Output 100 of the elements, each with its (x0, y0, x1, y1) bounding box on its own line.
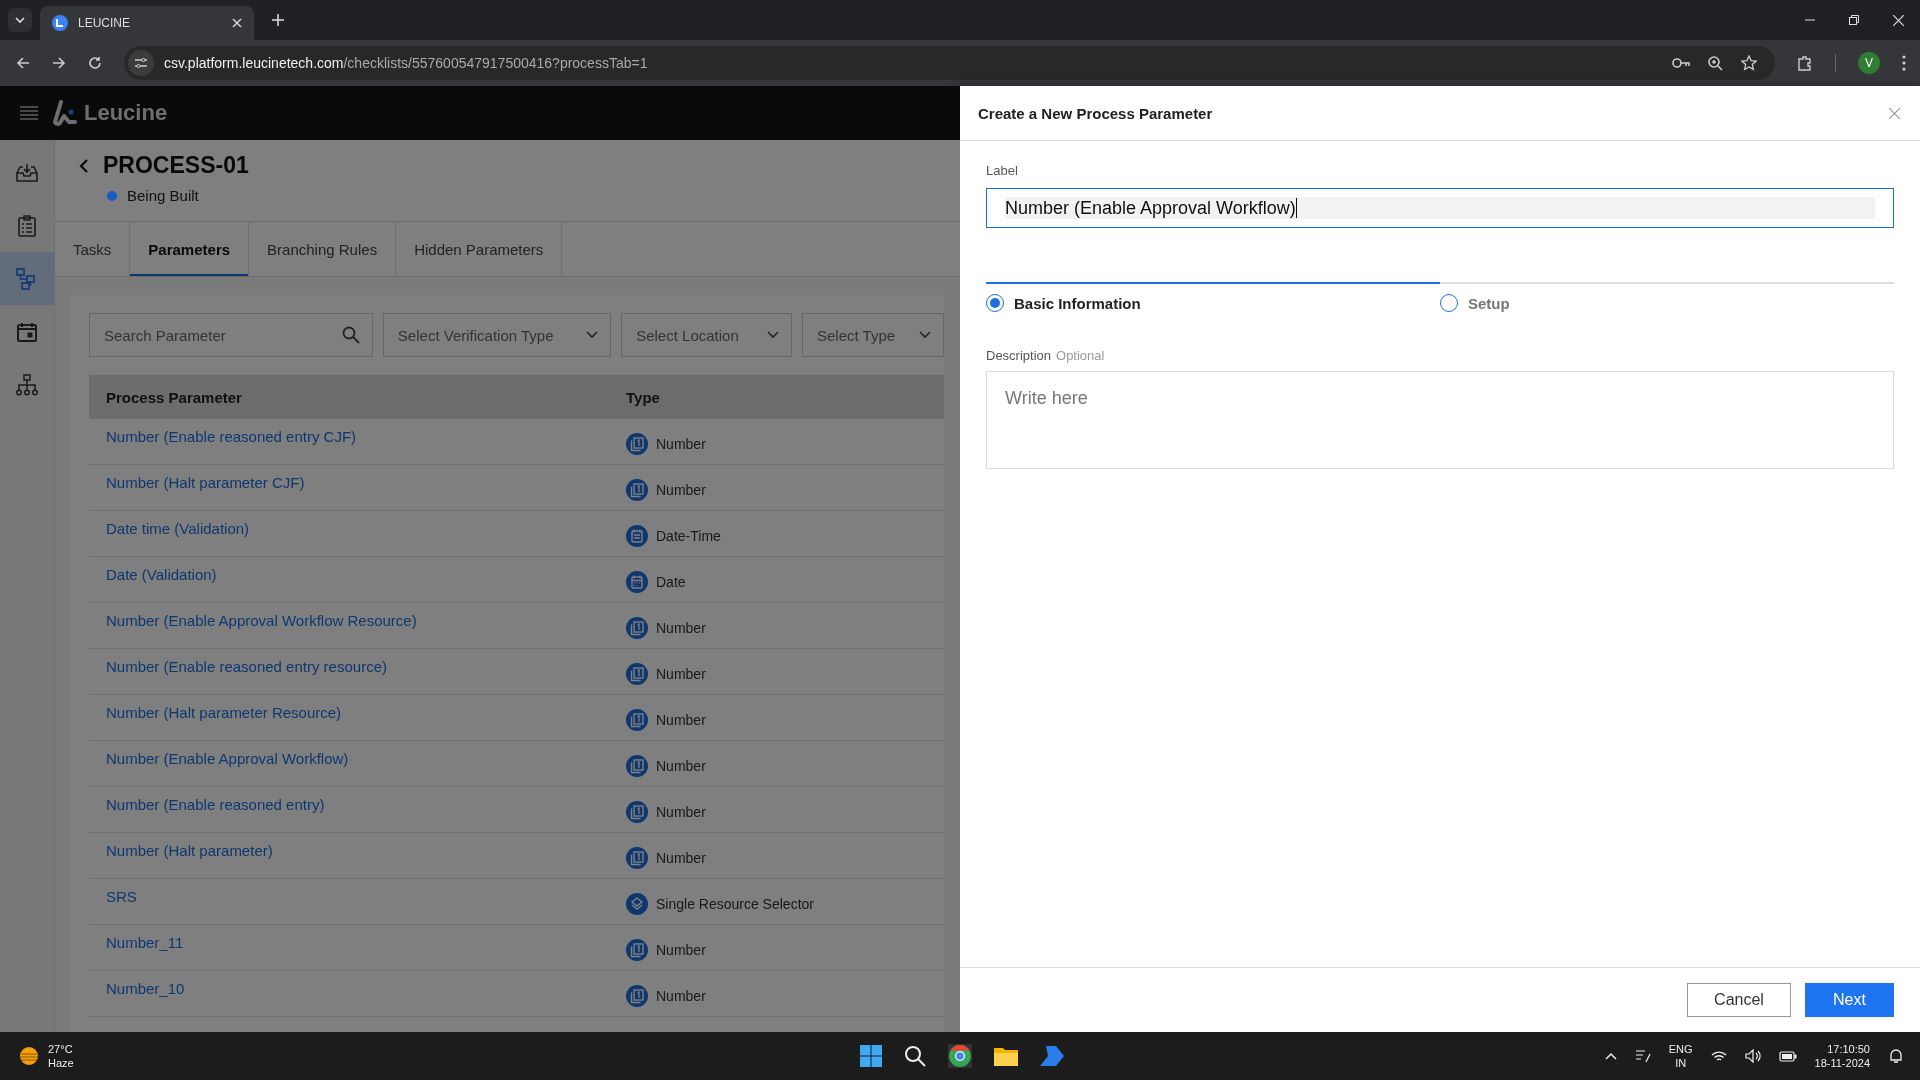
parameter-link[interactable]: SRS (89, 879, 626, 905)
number-type-icon (626, 432, 648, 455)
star-icon[interactable] (1741, 55, 1757, 71)
dialog-title: Create a New Process Parameter (978, 104, 1213, 122)
number-type-icon (626, 616, 648, 639)
speaker-icon[interactable] (1744, 1049, 1761, 1063)
column-header: Type (626, 388, 660, 406)
inbox-icon (16, 162, 38, 183)
tab[interactable]: Hidden Parameters (396, 222, 563, 276)
calendar-icon (626, 570, 648, 593)
back-icon[interactable] (79, 157, 89, 174)
clipboard-icon (18, 214, 36, 237)
parameter-link[interactable]: Number (Enable reasoned entry CJF) (89, 419, 626, 445)
extensions-icon[interactable] (1797, 55, 1813, 71)
battery-icon[interactable] (1778, 1050, 1797, 1062)
clock-date[interactable]: 18-11-2024 (1814, 1056, 1870, 1071)
label-field[interactable]: Number (Enable Approval Workflow) (986, 188, 1894, 228)
key-icon[interactable] (1672, 57, 1690, 69)
step-tab[interactable]: Setup (1440, 282, 1894, 312)
step-tab[interactable]: Basic Information (986, 282, 1440, 312)
language[interactable]: ENG (1668, 1041, 1693, 1056)
type-label: Number (656, 849, 706, 866)
cancel-button[interactable]: Cancel (1687, 983, 1791, 1017)
site-settings-icon[interactable] (128, 50, 154, 76)
windows-icon[interactable] (860, 1045, 882, 1067)
browser-icon[interactable] (948, 1044, 972, 1068)
type-label: Number (656, 941, 706, 958)
clock-time[interactable]: 17:10:50 (1827, 1041, 1870, 1056)
column-header: Process Parameter (105, 388, 243, 406)
field-value: Number (Enable Approval Workflow) (1005, 197, 1296, 219)
process-title: PROCESS-01 (103, 152, 249, 179)
type-label: Number (656, 711, 706, 728)
url-text: csv.platform.leucinetech.com/checklists/557600547917500416?processTab=1 (164, 55, 649, 71)
parameter-link[interactable]: Number (Enable reasoned entry) (89, 787, 626, 813)
type-label: Number (656, 435, 706, 452)
parameter-link[interactable]: Number (Enable Approval Workflow Resource) (89, 603, 626, 629)
number-type-icon (626, 800, 648, 823)
number-type-icon (626, 708, 648, 731)
temperature: 27°C (48, 1041, 73, 1056)
type-label: Number (656, 803, 706, 820)
brand-name: Leucine (84, 100, 168, 126)
parameter-link[interactable]: Number (Enable reasoned entry resource) (89, 649, 626, 675)
wifi-icon[interactable] (1710, 1049, 1727, 1063)
type-label: Date-Time (656, 527, 721, 544)
chevron-icon (586, 331, 599, 339)
parameter-link[interactable]: Number_10 (89, 971, 626, 997)
type-label: Single Resource Selector (656, 895, 814, 912)
restore-icon[interactable] (1849, 15, 1859, 25)
parameter-link[interactable]: Date (Validation) (89, 557, 626, 583)
calendar-icon (17, 321, 37, 342)
number-type-icon (626, 938, 648, 961)
number-type-icon (626, 478, 648, 501)
logo-icon (52, 100, 78, 126)
app-icon[interactable] (1040, 1046, 1064, 1066)
number-type-icon (626, 662, 648, 685)
dropdown[interactable]: Select Verification Type (382, 313, 612, 357)
field-label: Description (986, 348, 1052, 363)
weather-text: Haze (48, 1056, 74, 1071)
parameter-link[interactable]: Number (Enable Approval Workflow) (89, 741, 626, 767)
menu-icon[interactable] (1902, 55, 1906, 71)
address-bar[interactable]: csv.platform.leucinetech.com/checklists/557600547917500416?processTab=1 (124, 46, 1775, 80)
tab[interactable]: Branching Rules (249, 222, 397, 276)
parameter-link[interactable]: Date time (Validation) (89, 511, 626, 537)
parameter-link[interactable]: Number (Halt parameter) (89, 833, 626, 859)
type-label: Number (656, 987, 706, 1004)
description-field[interactable]: Write here (986, 371, 1894, 469)
search-field[interactable]: Search Parameter (89, 313, 373, 357)
tab[interactable]: Tasks (55, 222, 131, 276)
number-type-icon (626, 754, 648, 777)
parameter-link[interactable]: Number (Halt parameter CJF) (89, 465, 626, 491)
tab-search-button[interactable] (8, 8, 32, 32)
parameter-link[interactable]: Number (Halt parameter Resource) (89, 695, 626, 721)
dropdown[interactable]: Select Location (621, 313, 792, 357)
notification-icon[interactable] (1888, 1048, 1904, 1064)
status-text: Being Built (127, 187, 199, 204)
chevron-icon (14, 14, 26, 26)
profile-avatar[interactable]: V (1858, 52, 1880, 74)
flowchart-icon (16, 267, 38, 290)
tab[interactable]: Parameters (130, 222, 250, 276)
search-icon[interactable] (904, 1045, 926, 1067)
dropdown[interactable]: Select Type (802, 313, 944, 357)
folder-icon[interactable] (994, 1046, 1018, 1066)
layers-icon (626, 892, 648, 915)
parameter-link[interactable]: Number_11 (89, 925, 626, 951)
type-label: Number (656, 757, 706, 774)
region[interactable]: IN (1675, 1056, 1687, 1071)
calendar-icon (626, 524, 648, 547)
next-button[interactable]: Next (1805, 983, 1894, 1017)
field-label: Label (986, 163, 1019, 178)
hierarchy-icon (16, 373, 38, 396)
forward-icon[interactable] (52, 56, 66, 70)
zoom-icon[interactable] (1708, 55, 1723, 71)
weather-icon (18, 1045, 40, 1067)
optional-hint: Optional (1056, 348, 1105, 363)
type-label: Date (656, 573, 686, 590)
chevron-icon[interactable] (1604, 1052, 1617, 1060)
browser-tab[interactable]: LEUCINE (40, 6, 254, 40)
new-tab-icon[interactable] (272, 14, 284, 26)
chevron-icon (767, 331, 779, 339)
reload-icon[interactable] (88, 56, 102, 70)
